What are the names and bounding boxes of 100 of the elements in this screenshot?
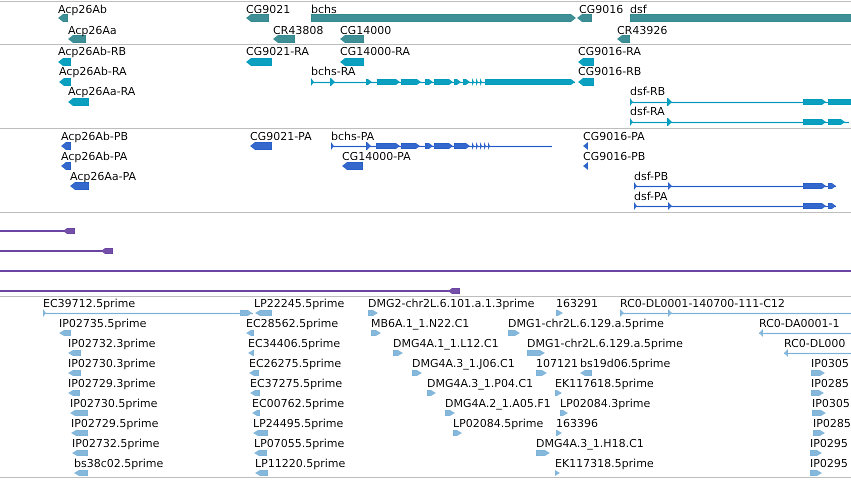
feature-label[interactable]: bchs: [311, 3, 337, 17]
feature-label[interactable]: LP22245.5prime: [254, 297, 344, 311]
feature-label[interactable]: RC0-DL0001-140700-111-C12: [620, 297, 785, 311]
feature-label[interactable]: DMG4A.2_1.A05.F1: [445, 397, 551, 411]
feature-label[interactable]: DMG4A.1_1.L12.C1: [393, 337, 499, 351]
feature-label[interactable]: IP02729.3prime: [68, 377, 156, 391]
feature-label[interactable]: CR43926: [617, 24, 668, 38]
feature-label[interactable]: EC26275.5prime: [249, 357, 342, 371]
feature-glyph[interactable]: [59, 78, 71, 86]
feature-label[interactable]: CG9021: [246, 3, 290, 17]
feature-label[interactable]: IP02732.5prime: [72, 437, 160, 451]
feature-label[interactable]: DMG1-chr2L.6.129.a.5prime: [527, 337, 683, 351]
feature-label[interactable]: Acp26Ab-PB: [61, 130, 128, 144]
feature-glyph[interactable]: [246, 14, 269, 22]
feature-label[interactable]: CG14000-RA: [340, 45, 410, 59]
feature-label[interactable]: EC00762.5prime: [252, 397, 344, 411]
feature-label[interactable]: Acp26Aa-RA: [68, 85, 136, 99]
feature-label[interactable]: Acp26Ab-RB: [58, 45, 126, 59]
feature-label[interactable]: DMG4A.3_1.P04.C1: [427, 377, 534, 391]
feature-label[interactable]: bs19d06.5prime: [580, 357, 670, 371]
feature-glyph[interactable]: [58, 58, 71, 66]
feature-label[interactable]: DMG1-chr2L.6.129.a.5prime: [508, 317, 664, 331]
feature-label[interactable]: 163291: [556, 297, 598, 311]
feature-label[interactable]: CG9016-RA: [578, 45, 641, 59]
feature-glyph[interactable]: [342, 162, 363, 170]
transcript-glyph[interactable]: [630, 118, 849, 126]
feature-label[interactable]: CG9016: [579, 3, 624, 17]
feature-glyph[interactable]: [340, 35, 364, 43]
feature-glyph[interactable]: [578, 58, 594, 66]
feature-glyph[interactable]: [61, 142, 71, 150]
feature-label[interactable]: 107121: [536, 357, 578, 371]
feature-label[interactable]: IP0295: [810, 457, 848, 471]
feature-label[interactable]: CG14000-PA: [342, 150, 411, 164]
feature-label[interactable]: RC0-DA0001-1: [759, 317, 840, 331]
feature-label[interactable]: EC37275.5prime: [250, 377, 342, 391]
feature-label[interactable]: IP0285: [811, 377, 849, 391]
feature-label[interactable]: 163396: [556, 417, 598, 431]
feature-label[interactable]: EC28562.5prime: [246, 317, 338, 331]
feature-glyph[interactable]: [61, 162, 71, 170]
feature-label[interactable]: LP07055.5prime: [254, 437, 344, 451]
feature-glyph[interactable]: [617, 35, 630, 43]
feature-label[interactable]: LP24495.5prime: [253, 417, 344, 431]
feature-glyph[interactable]: [340, 58, 364, 66]
transcript-glyph[interactable]: [311, 78, 575, 86]
feature-label[interactable]: IP02735.5prime: [59, 317, 146, 331]
feature-label[interactable]: EC34406.5prime: [248, 337, 340, 351]
feature-label[interactable]: dsf-RB: [630, 85, 666, 99]
feature-label[interactable]: LP11220.5prime: [255, 457, 346, 471]
feature-glyph[interactable]: [68, 35, 86, 43]
feature-label[interactable]: RC0-DL000: [784, 337, 846, 351]
feature-label[interactable]: Acp26Aa-PA: [70, 170, 136, 184]
feature-label[interactable]: dsf-RA: [630, 105, 665, 119]
transcript-glyph[interactable]: [634, 182, 836, 190]
feature-label[interactable]: CG9016-PA: [583, 130, 645, 144]
feature-label[interactable]: DMG4A.3_1.H18.C1: [536, 437, 644, 451]
feature-label[interactable]: IP0295: [810, 437, 848, 451]
feature-glyph[interactable]: [68, 98, 89, 106]
feature-label[interactable]: DMG2-chr2L.6.101.a.1.3prime: [368, 297, 534, 311]
feature-label[interactable]: CG14000: [340, 24, 392, 38]
feature-label[interactable]: CR43808: [273, 24, 324, 38]
transcript-glyph[interactable]: [331, 142, 552, 150]
feature-label[interactable]: EC39712.5prime: [43, 297, 136, 311]
feature-glyph[interactable]: [246, 58, 272, 66]
feature-label[interactable]: IP0305: [811, 357, 849, 371]
feature-label[interactable]: CG9016-PB: [583, 150, 646, 164]
feature-glyph[interactable]: [583, 162, 588, 170]
transcript-glyph[interactable]: [634, 202, 836, 210]
feature-glyph[interactable]: [577, 14, 592, 22]
feature-label[interactable]: CG9016-RB: [578, 65, 642, 79]
feature-label[interactable]: CG9021-PA: [250, 130, 312, 144]
feature-label[interactable]: Acp26Ab: [58, 3, 107, 17]
feature-label[interactable]: IP02729.5prime: [71, 417, 158, 431]
feature-label[interactable]: IP02730.5prime: [70, 397, 158, 411]
feature-label[interactable]: dsf: [630, 3, 647, 17]
feature-label[interactable]: MB6A.1_1.N22.C1: [371, 317, 470, 331]
feature-label[interactable]: IP02732.3prime: [68, 337, 156, 351]
feature-label[interactable]: EK117618.5prime: [555, 377, 654, 391]
feature-label[interactable]: bs38c02.5prime: [74, 457, 164, 471]
feature-label[interactable]: DMG4A.3_1.J06.C1: [412, 357, 515, 371]
feature-label[interactable]: IP0285: [813, 417, 851, 431]
transcript-glyph[interactable]: [630, 98, 851, 106]
feature-label[interactable]: LP02084.3prime: [560, 397, 650, 411]
feature-label[interactable]: Acp26Aa: [68, 24, 117, 38]
feature-glyph[interactable]: [70, 182, 89, 190]
feature-label[interactable]: dsf-PB: [634, 170, 668, 184]
feature-label[interactable]: dsf-PA: [634, 190, 668, 204]
feature-label[interactable]: Acp26Ab-PA: [61, 150, 128, 164]
feature-glyph[interactable]: [250, 142, 272, 150]
feature-label[interactable]: EK117318.5prime: [555, 457, 654, 471]
feature-label[interactable]: LP02084.5prime: [453, 417, 544, 431]
feature-glyph[interactable]: [58, 14, 68, 22]
feature-label[interactable]: IP02730.3prime: [68, 357, 156, 371]
feature-label[interactable]: CG9021-RA: [246, 45, 309, 59]
feature-label[interactable]: IP0305: [812, 397, 850, 411]
feature-label[interactable]: Acp26Ab-RA: [59, 65, 127, 79]
feature-glyph[interactable]: [578, 78, 594, 86]
feature-glyph[interactable]: [583, 142, 588, 150]
feature-glyph[interactable]: [273, 35, 295, 43]
feature-label[interactable]: bchs-PA: [331, 130, 374, 144]
feature-label[interactable]: bchs-RA: [311, 65, 356, 79]
